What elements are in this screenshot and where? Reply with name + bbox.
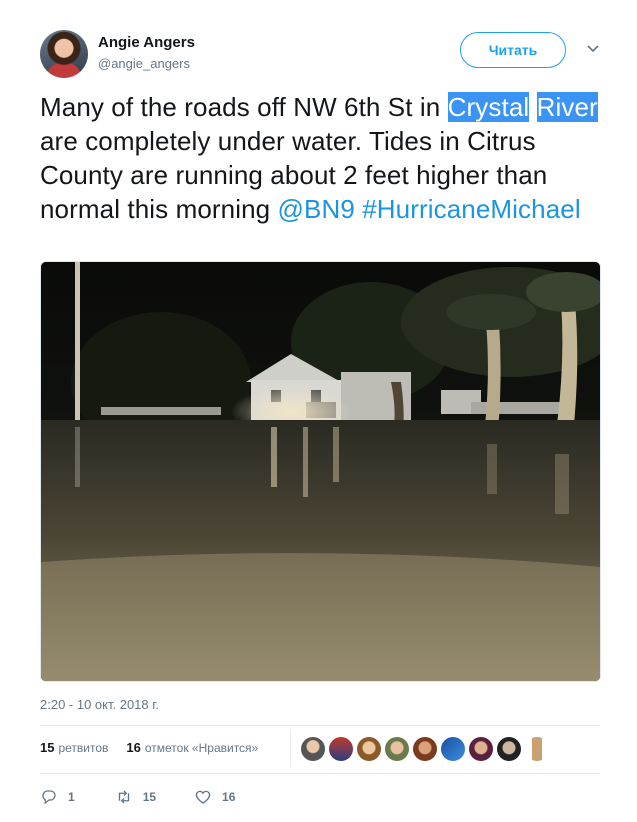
like-count: 16 [222, 790, 236, 804]
author-avatar[interactable] [40, 30, 88, 78]
tweet-actions: 1 15 16 [40, 788, 235, 806]
avatar[interactable] [385, 737, 409, 761]
retweets-label: ретвитов [58, 741, 109, 755]
tweet-text: Many of the roads off NW 6th St in Cryst… [40, 90, 610, 226]
reply-icon [42, 790, 56, 805]
likes-stat[interactable]: 16 отметок «Нравится» [126, 740, 258, 755]
mention-link[interactable]: @BN9 [278, 194, 355, 224]
flooded-street-image [41, 262, 600, 681]
avatar[interactable] [441, 737, 465, 761]
divider [40, 773, 600, 774]
tweet-text-part: Many of the roads off NW 6th St in [40, 92, 448, 122]
author-handle[interactable]: @angie_angers [98, 56, 190, 71]
follow-button[interactable]: Читать [460, 32, 566, 68]
avatar[interactable] [413, 737, 437, 761]
highlighted-text: River [536, 92, 598, 122]
retweets-stat[interactable]: 15 ретвитов [40, 740, 108, 755]
tweet-header: Angie Angers @angie_angers Читать [40, 30, 610, 80]
retweet-count: 15 [142, 790, 157, 804]
highlighted-text: Crystal [447, 92, 530, 122]
divider [40, 725, 600, 726]
avatar[interactable] [301, 737, 325, 761]
tweet-text-part [529, 92, 536, 122]
chevron-down-icon[interactable] [585, 40, 601, 56]
liker-avatars [301, 737, 549, 761]
likes-label: отметок «Нравится» [144, 741, 259, 755]
author-name[interactable]: Angie Angers [98, 34, 195, 51]
reply-button[interactable]: 1 [40, 788, 75, 806]
avatar[interactable] [329, 737, 353, 761]
avatar[interactable] [497, 737, 521, 761]
likes-count: 16 [126, 740, 141, 755]
tweet-stats: 15 ретвитов 16 отметок «Нравится» [40, 740, 258, 755]
retweet-icon [118, 790, 129, 804]
retweets-count: 15 [40, 740, 55, 755]
avatar[interactable] [469, 737, 493, 761]
avatar[interactable] [357, 737, 381, 761]
like-icon [195, 790, 211, 804]
tweet-photo[interactable] [40, 261, 601, 682]
hashtag-link[interactable]: #HurricaneMichael [362, 194, 580, 224]
like-button[interactable]: 16 [194, 788, 235, 806]
reply-count: 1 [68, 790, 75, 804]
avatar[interactable] [525, 737, 549, 761]
tweet-timestamp[interactable]: 2:20 - 10 окт. 2018 г. [40, 697, 159, 712]
divider [290, 731, 291, 767]
retweet-button[interactable]: 15 [115, 788, 156, 806]
